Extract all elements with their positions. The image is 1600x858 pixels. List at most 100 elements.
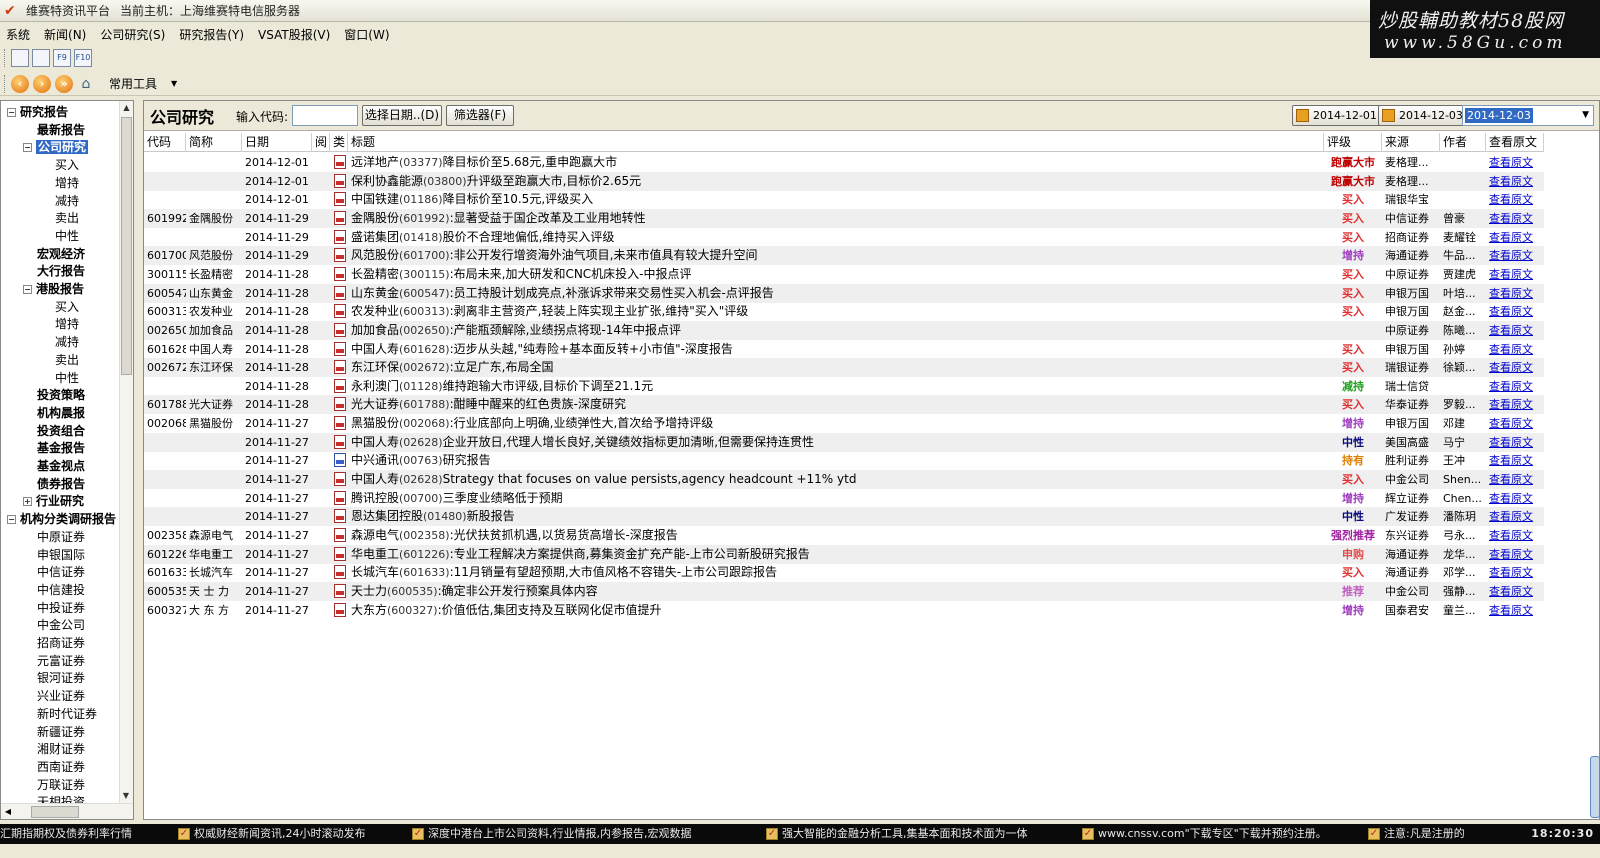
pdf-icon[interactable]	[334, 304, 346, 319]
pdf-icon[interactable]	[334, 583, 346, 598]
pdf-icon[interactable]	[334, 509, 346, 524]
view-original-link[interactable]: 查看原文	[1486, 395, 1544, 414]
table-row[interactable]: 300115 长盈精密 2014-11-28 长盈精密(300115):布局未来,加大…	[144, 265, 1544, 284]
pdf-icon[interactable]	[334, 229, 346, 244]
expand-icon[interactable]: +	[23, 497, 32, 507]
sidebar-item[interactable]: + 行业研究	[23, 492, 84, 510]
ticker-item[interactable]: ✓ 注意:凡是注册的	[1368, 824, 1502, 844]
col-view[interactable]: 查看原文	[1486, 133, 1544, 152]
pdf-icon[interactable]	[334, 378, 346, 393]
view-original-link[interactable]: 查看原文	[1486, 190, 1544, 209]
sidebar-item[interactable]: 机构晨报	[37, 404, 85, 422]
cell-title[interactable]: 中国人寿(601628):迈步从头越,"纯寿险+基本面反转+小市值"-深度报告	[348, 340, 1324, 359]
sidebar-item[interactable]: 基金报告	[37, 439, 85, 457]
col-code[interactable]: 代码	[144, 133, 186, 152]
sidebar-item[interactable]: 中信建投	[37, 581, 85, 599]
pdf-icon[interactable]	[334, 173, 346, 188]
view-original-link[interactable]: 查看原文	[1486, 321, 1544, 340]
table-row[interactable]: 601226 华电重工 2014-11-27 华电重工(601226):专业工程解决方…	[144, 544, 1544, 564]
cell-title[interactable]: 长城汽车(601633):11月销量有望超预期,大市值风格不容错失-上市公司跟踪…	[348, 563, 1324, 582]
sidebar-item[interactable]: 卖出	[55, 209, 79, 227]
ticker-item[interactable]: ✓ 权威财经新闻资讯,24小时滚动发布	[178, 824, 410, 844]
cell-title[interactable]: 盛诺集团(01418)股价不合理地偏低,维持买入评级	[348, 228, 1324, 247]
word-doc-icon[interactable]	[334, 453, 346, 468]
col-read[interactable]: 阅	[312, 133, 330, 152]
sidebar-item[interactable]: 银河证券	[37, 669, 85, 687]
f9-icon[interactable]: F9	[53, 49, 71, 67]
sidebar-item[interactable]: 投资策略	[37, 386, 85, 404]
view-original-link[interactable]: 查看原文	[1486, 489, 1544, 508]
view-original-link[interactable]: 查看原文	[1486, 582, 1544, 601]
pdf-icon[interactable]	[334, 416, 346, 431]
cell-title[interactable]: 中国人寿(02628)企业开放日,代理人增长良好,关键绩效指标更加清晰,但需要保…	[348, 433, 1324, 452]
view-original-link[interactable]: 查看原文	[1486, 228, 1544, 247]
pdf-icon[interactable]	[334, 360, 346, 375]
cell-title[interactable]: 加加食品(002650):产能瓶颈解除,业绩拐点将现-14年中报点评	[348, 321, 1324, 340]
view-original-link[interactable]: 查看原文	[1486, 209, 1544, 228]
sidebar-item[interactable]: 大行报告	[37, 262, 85, 280]
pdf-icon[interactable]	[334, 546, 346, 561]
sidebar-item[interactable]: 元富证券	[37, 652, 85, 670]
view-original-link[interactable]: 查看原文	[1486, 526, 1544, 545]
date-select[interactable]: 2014-12-03 ▼	[1462, 105, 1594, 126]
table-row[interactable]: 600327 大 东 方 2014-11-27 大东方(600327):价值低估,集团…	[144, 601, 1544, 620]
view-original-link[interactable]: 查看原文	[1486, 545, 1544, 564]
ticker-item[interactable]: ✓ www.cnssv.com"下载专区"下载并预约注册。	[1082, 824, 1366, 844]
sidebar-item[interactable]: 湘财证券	[37, 740, 85, 758]
sidebar-vscrollbar[interactable]: ▲ ▼	[119, 101, 133, 803]
pdf-icon[interactable]	[334, 341, 346, 356]
view-original-link[interactable]: 查看原文	[1486, 470, 1544, 489]
view-original-link[interactable]: 查看原文	[1486, 302, 1544, 321]
table-row[interactable]: 2014-12-01 中国铁建(01186)降目标价至10.5元,评级买入 买入 瑞银…	[144, 190, 1544, 209]
toolbar-grip[interactable]	[4, 49, 7, 67]
ticker-item[interactable]: 汇期指期权及债券利率行情	[0, 824, 172, 844]
sidebar-item[interactable]: − 港股报告	[23, 280, 84, 298]
sidebar-item[interactable]: 西南证券	[37, 758, 85, 776]
table-row[interactable]: 601700 风范股份 2014-11-29 风范股份(601700):非公开发行增资…	[144, 246, 1544, 266]
sidebar-item[interactable]: 债券报告	[37, 475, 85, 493]
table-row[interactable]: 002650 加加食品 2014-11-28 加加食品(002650):产能瓶颈解除,…	[144, 320, 1544, 340]
tools-dropdown[interactable]: 常用工具 ▼	[103, 74, 183, 94]
sidebar-item[interactable]: 基金视点	[37, 457, 85, 475]
chart-bar-icon[interactable]	[32, 49, 50, 67]
view-original-link[interactable]: 查看原文	[1486, 172, 1544, 191]
sidebar-item[interactable]: 新时代证券	[37, 705, 97, 723]
cell-title[interactable]: 光大证券(601788):酣睡中醒来的红色贵族-深度研究	[348, 395, 1324, 414]
cell-title[interactable]: 东江环保(002672):立足广东,布局全国	[348, 358, 1324, 377]
ticker-item[interactable]: ✓ 深度中港台上市公司资料,行业情报,内参报告,宏观数据	[412, 824, 762, 844]
pdf-icon[interactable]	[334, 266, 346, 281]
cell-title[interactable]: 恩达集团控股(01480)新股报告	[348, 507, 1324, 526]
sidebar-item[interactable]: 中性	[55, 227, 79, 245]
collapse-icon[interactable]: −	[7, 108, 16, 117]
collapse-icon[interactable]: −	[7, 515, 16, 525]
view-original-link[interactable]: 查看原文	[1486, 451, 1544, 470]
col-rating[interactable]: 评级	[1324, 133, 1382, 152]
table-row[interactable]: 002358 森源电气 2014-11-27 森源电气(002358):光伏扶贫抓机遇…	[144, 526, 1544, 545]
scroll-left-icon[interactable]: ◀	[1, 807, 15, 816]
hscroll-thumb[interactable]	[31, 805, 79, 818]
sidebar-item[interactable]: 减持	[55, 333, 79, 351]
sidebar-item[interactable]: − 机构分类调研报告	[7, 510, 116, 528]
side-handle[interactable]	[1590, 756, 1600, 818]
menu-window[interactable]: 窗口(W)	[344, 26, 389, 43]
select-date-button[interactable]: 选择日期..(D)	[362, 105, 442, 126]
back-icon[interactable]: ‹	[11, 74, 29, 93]
sidebar-item[interactable]: 兴业证券	[37, 687, 85, 705]
sidebar-item[interactable]: 增持	[55, 174, 79, 192]
cell-title[interactable]: 风范股份(601700):非公开发行增资海外油气项目,未来市值具有较大提升空间	[348, 246, 1324, 265]
pane-splitter[interactable]	[136, 100, 142, 820]
table-row[interactable]: 2014-12-01 保利协鑫能源(03800)升评级至跑赢大市,目标价2.65元…	[144, 171, 1544, 191]
ticker-item[interactable]: ✓ 强大智能的金融分析工具,集基本面和技术面为一体	[766, 824, 1078, 844]
pdf-icon[interactable]	[334, 434, 346, 449]
sidebar-item[interactable]: 新疆证券	[37, 723, 85, 741]
col-title[interactable]: 标题	[348, 133, 1324, 152]
home-icon[interactable]: ⌂	[77, 75, 95, 93]
pdf-icon[interactable]	[334, 490, 346, 505]
table-row[interactable]: 601788 光大证券 2014-11-28 光大证券(601788):酣睡中醒来的红…	[144, 395, 1544, 415]
sidebar-item[interactable]: 投资组合	[37, 422, 85, 440]
col-source[interactable]: 来源	[1382, 133, 1440, 152]
table-row[interactable]: 002068 黑猫股份 2014-11-27 黑猫股份(002068):行业底部向上明…	[144, 414, 1544, 433]
cell-title[interactable]: 腾讯控股(00700)三季度业绩略低于预期	[348, 489, 1324, 508]
view-original-link[interactable]: 查看原文	[1486, 377, 1544, 396]
chart-line-icon[interactable]	[11, 49, 29, 67]
